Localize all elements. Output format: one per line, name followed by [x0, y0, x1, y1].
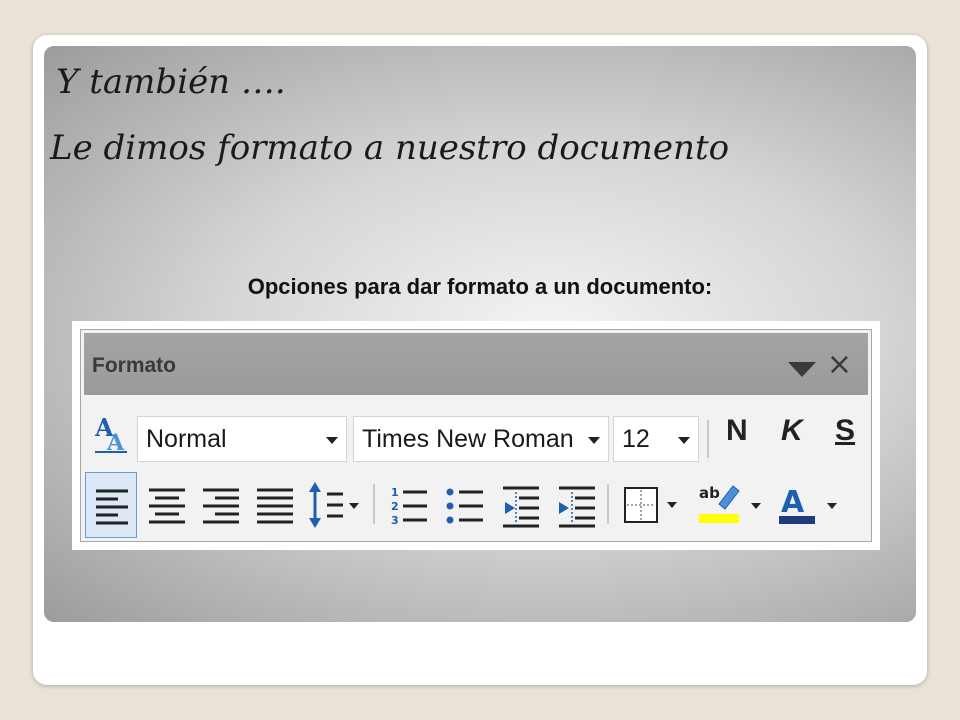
numbered-list-icon: 123 [391, 486, 427, 527]
increase-indent-button[interactable] [551, 472, 603, 538]
style-select-value: Normal [146, 425, 227, 453]
highlight-button[interactable]: ab [693, 472, 767, 538]
toolbar-title: Formato [92, 354, 176, 377]
bullet-list-icon [446, 488, 483, 524]
svg-text:2: 2 [391, 500, 399, 513]
justify-button[interactable] [249, 472, 301, 538]
line-spacing-icon [309, 482, 359, 528]
font-color-icon: A [779, 485, 837, 524]
toolbar-row-font: A A Normal Times New Roman 12 N K S [81, 398, 871, 468]
slide-caption: Opciones para dar formato a un documento… [247, 274, 713, 299]
toolbar-title-bar[interactable]: Formato × [84, 333, 868, 395]
line-spacing-button[interactable] [303, 472, 363, 538]
chevron-down-icon[interactable] [588, 437, 600, 444]
align-center-button[interactable] [141, 472, 193, 538]
align-right-button[interactable] [195, 472, 247, 538]
italic-button[interactable]: K [781, 414, 803, 448]
align-left-button[interactable] [85, 472, 137, 538]
toolbar-options-icon[interactable] [788, 362, 816, 377]
decrease-indent-icon [503, 486, 539, 528]
chevron-down-icon[interactable] [326, 437, 338, 444]
format-toolbar: Formato × A A Normal Times New Roman 12 [80, 329, 872, 542]
numbered-list-button[interactable]: 123 [383, 472, 435, 538]
font-select[interactable]: Times New Roman [353, 416, 609, 462]
highlight-icon: ab [699, 484, 761, 523]
bold-button[interactable]: N [726, 414, 748, 448]
font-select-value: Times New Roman [362, 425, 574, 453]
style-select[interactable]: Normal [137, 416, 347, 462]
close-icon[interactable]: × [827, 350, 852, 380]
toolbar-screenshot: Formato × A A Normal Times New Roman 12 [72, 321, 880, 550]
font-size-value: 12 [622, 425, 650, 453]
align-left-icon [96, 489, 128, 525]
separator [707, 420, 709, 458]
svg-text:ab: ab [699, 484, 720, 502]
toolbar-row-paragraph: 123 ab A [81, 470, 871, 540]
font-size-select[interactable]: 12 [613, 416, 699, 462]
separator [373, 484, 375, 524]
borders-button[interactable] [617, 472, 683, 538]
borders-icon [624, 487, 677, 523]
svg-text:3: 3 [391, 514, 399, 527]
svg-text:1: 1 [391, 486, 399, 499]
font-color-button[interactable]: A [771, 472, 845, 538]
chevron-down-icon[interactable] [678, 437, 690, 444]
slide-title-line2: Le dimos formato a nuestro documento [50, 128, 730, 168]
bullet-list-button[interactable] [439, 472, 491, 538]
underline-button[interactable]: S [835, 414, 855, 448]
increase-indent-icon [559, 486, 595, 528]
justify-icon [257, 488, 293, 524]
svg-text:A: A [781, 485, 805, 520]
align-right-icon [203, 488, 239, 524]
decrease-indent-button[interactable] [495, 472, 547, 538]
align-center-icon [149, 488, 185, 524]
styles-icon[interactable]: A A [93, 412, 129, 456]
slide-title-line1: Y también …. [56, 62, 286, 102]
separator [607, 484, 609, 524]
